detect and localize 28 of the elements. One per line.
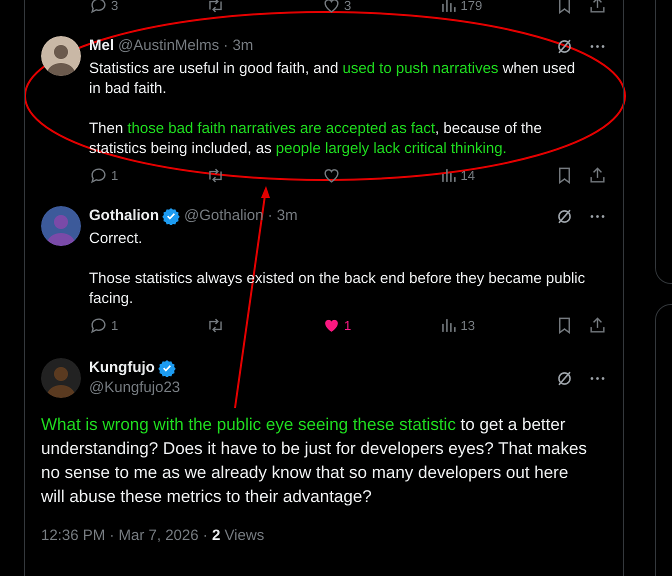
count: 1 — [111, 168, 118, 182]
avatar[interactable] — [41, 36, 81, 76]
count: 1 — [111, 318, 118, 332]
handle-time: @AustinMelms · 3m — [118, 36, 254, 56]
reply-icon[interactable] — [89, 0, 108, 14]
share-icon[interactable] — [588, 0, 607, 14]
display-name[interactable]: Mel — [89, 36, 114, 56]
display-name[interactable]: Kungfujo — [89, 358, 155, 378]
tweet-text: Correct. — [89, 229, 144, 249]
reply-icon[interactable] — [89, 316, 108, 334]
count: 3 — [344, 0, 352, 12]
count: 14 — [460, 168, 475, 182]
count: 1 — [344, 318, 352, 332]
share-icon[interactable] — [588, 316, 607, 334]
tweet-text: Then those bad faith narratives are accepted as fact, because of the statistics being included, as people largely lack critical thinking. — [89, 119, 543, 159]
share-icon[interactable] — [588, 166, 607, 184]
reply-icon[interactable] — [89, 166, 108, 184]
verified-badge-icon — [162, 207, 180, 225]
verified-badge-icon — [158, 359, 176, 377]
count: 13 — [460, 318, 475, 332]
heart-icon[interactable] — [322, 0, 341, 14]
tweet-text: Statistics are useful in good faith, and used to push narratives when used in bad faith. — [89, 59, 576, 99]
count: 179 — [460, 0, 482, 12]
tweet-text: What is wrong with the public eye seeing these statistic to get a better understanding? Does it have to be just for developers eyes? That makes no sense to me as we already know that so many developers out here will abuse these metrics to their advantage? — [41, 414, 588, 508]
handle: @Kungfujo23 — [89, 378, 180, 398]
tweet-timestamp: 12:36 PM · Mar 7, 2026 · 2 Views — [41, 526, 266, 546]
display-name[interactable]: Gothalion — [89, 206, 159, 226]
count: 3 — [111, 0, 118, 12]
